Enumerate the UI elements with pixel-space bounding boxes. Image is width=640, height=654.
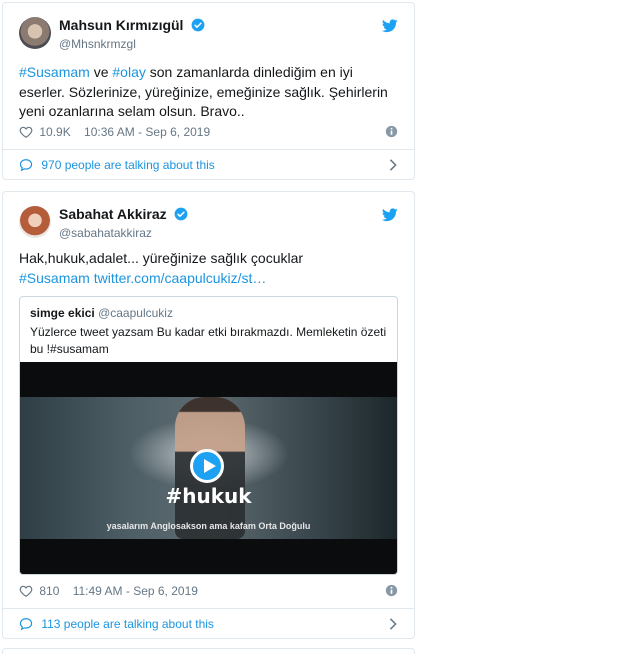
tweet-text-line: #Susamam twitter.com/caapulcukiz/st…	[19, 269, 398, 289]
video-player[interactable]: #hukuk yasalarım Anglosakson ama kafam O…	[20, 362, 397, 574]
handle[interactable]: @sabahatakkiraz	[59, 225, 188, 241]
info-icon[interactable]	[385, 125, 398, 138]
hashtag-link[interactable]: #olay	[112, 64, 145, 80]
url-link[interactable]: twitter.com/caapulcukiz/st…	[94, 270, 267, 286]
talking-count[interactable]: 113 people are talking about this	[41, 617, 214, 631]
twitter-bird-icon[interactable]	[382, 208, 398, 222]
timestamp[interactable]: 10:36 AM - Sep 6, 2019	[84, 125, 210, 139]
chevron-right-icon	[389, 618, 397, 630]
like-count[interactable]: 10.9K	[39, 125, 70, 139]
speech-bubble-icon	[19, 618, 33, 631]
avatar[interactable]	[19, 17, 51, 49]
heart-icon[interactable]	[19, 584, 33, 598]
display-name[interactable]: Sabahat Akkiraz	[59, 205, 167, 223]
tweet-text-line: Hak,hukuk,adalet... yüreğinize sağlık ço…	[19, 250, 304, 266]
talking-count[interactable]: 970 people are talking about this	[41, 158, 214, 172]
video-caption: yasalarım Anglosakson ama kafam Orta Doğ…	[106, 521, 311, 531]
tweet-card[interactable]: Mahsun Kırmızıgül @Mhsnkrmzgl #Susamam v…	[2, 2, 415, 180]
video-hashtag-overlay: #hukuk	[165, 484, 252, 508]
chevron-right-icon	[389, 159, 397, 171]
author-block[interactable]: Mahsun Kırmızıgül @Mhsnkrmzgl	[59, 16, 205, 52]
quoted-author: simge ekici @caapulcukiz	[30, 305, 173, 321]
heart-icon[interactable]	[19, 125, 33, 139]
tweet-card-partial	[2, 648, 415, 654]
tweet-header: Sabahat Akkiraz @sabahatakkiraz	[19, 204, 398, 244]
like-count[interactable]: 810	[39, 584, 59, 598]
tweet-meta: 810 11:49 AM - Sep 6, 2019	[19, 583, 398, 599]
quoted-text: Yüzlerce tweet yazsam Bu kadar etki bıra…	[30, 325, 387, 356]
tweet-header: Mahsun Kırmızıgül @Mhsnkrmzgl	[19, 15, 398, 55]
tweet-text-segment: ve	[89, 64, 113, 80]
display-name[interactable]: Mahsun Kırmızıgül	[59, 16, 183, 34]
quoted-tweet[interactable]: simge ekici @caapulcukiz Yüzlerce tweet …	[19, 296, 398, 575]
info-icon[interactable]	[385, 584, 398, 597]
tweet-text: Hak,hukuk,adalet... yüreğinize sağlık ço…	[19, 249, 398, 288]
quoted-display-name[interactable]: simge ekici	[30, 306, 95, 320]
twitter-bird-icon[interactable]	[382, 19, 398, 33]
verified-badge-icon	[191, 18, 205, 32]
tweet-meta: 10.9K 10:36 AM - Sep 6, 2019	[19, 124, 398, 140]
author-block[interactable]: Sabahat Akkiraz @sabahatakkiraz	[59, 205, 188, 241]
tweet-card[interactable]: Sabahat Akkiraz @sabahatakkiraz Hak,huku…	[2, 191, 415, 639]
talking-link[interactable]: 113 people are talking about this	[3, 608, 414, 639]
tweet-text: #Susamam ve #olay son zamanlarda dinledi…	[19, 63, 398, 122]
hashtag-link[interactable]: #Susamam	[19, 64, 90, 80]
video-thumbnail: #hukuk yasalarım Anglosakson ama kafam O…	[20, 397, 397, 539]
talking-link[interactable]: 970 people are talking about this	[3, 149, 414, 180]
hashtag-link[interactable]: #Susamam	[19, 270, 90, 286]
verified-badge-icon	[174, 207, 188, 221]
speech-bubble-icon	[19, 159, 33, 172]
play-button-icon[interactable]	[190, 449, 224, 483]
timestamp[interactable]: 11:49 AM - Sep 6, 2019	[73, 584, 198, 598]
quoted-handle[interactable]: @caapulcukiz	[98, 306, 173, 320]
avatar[interactable]	[19, 206, 51, 238]
handle[interactable]: @Mhsnkrmzgl	[59, 36, 205, 52]
